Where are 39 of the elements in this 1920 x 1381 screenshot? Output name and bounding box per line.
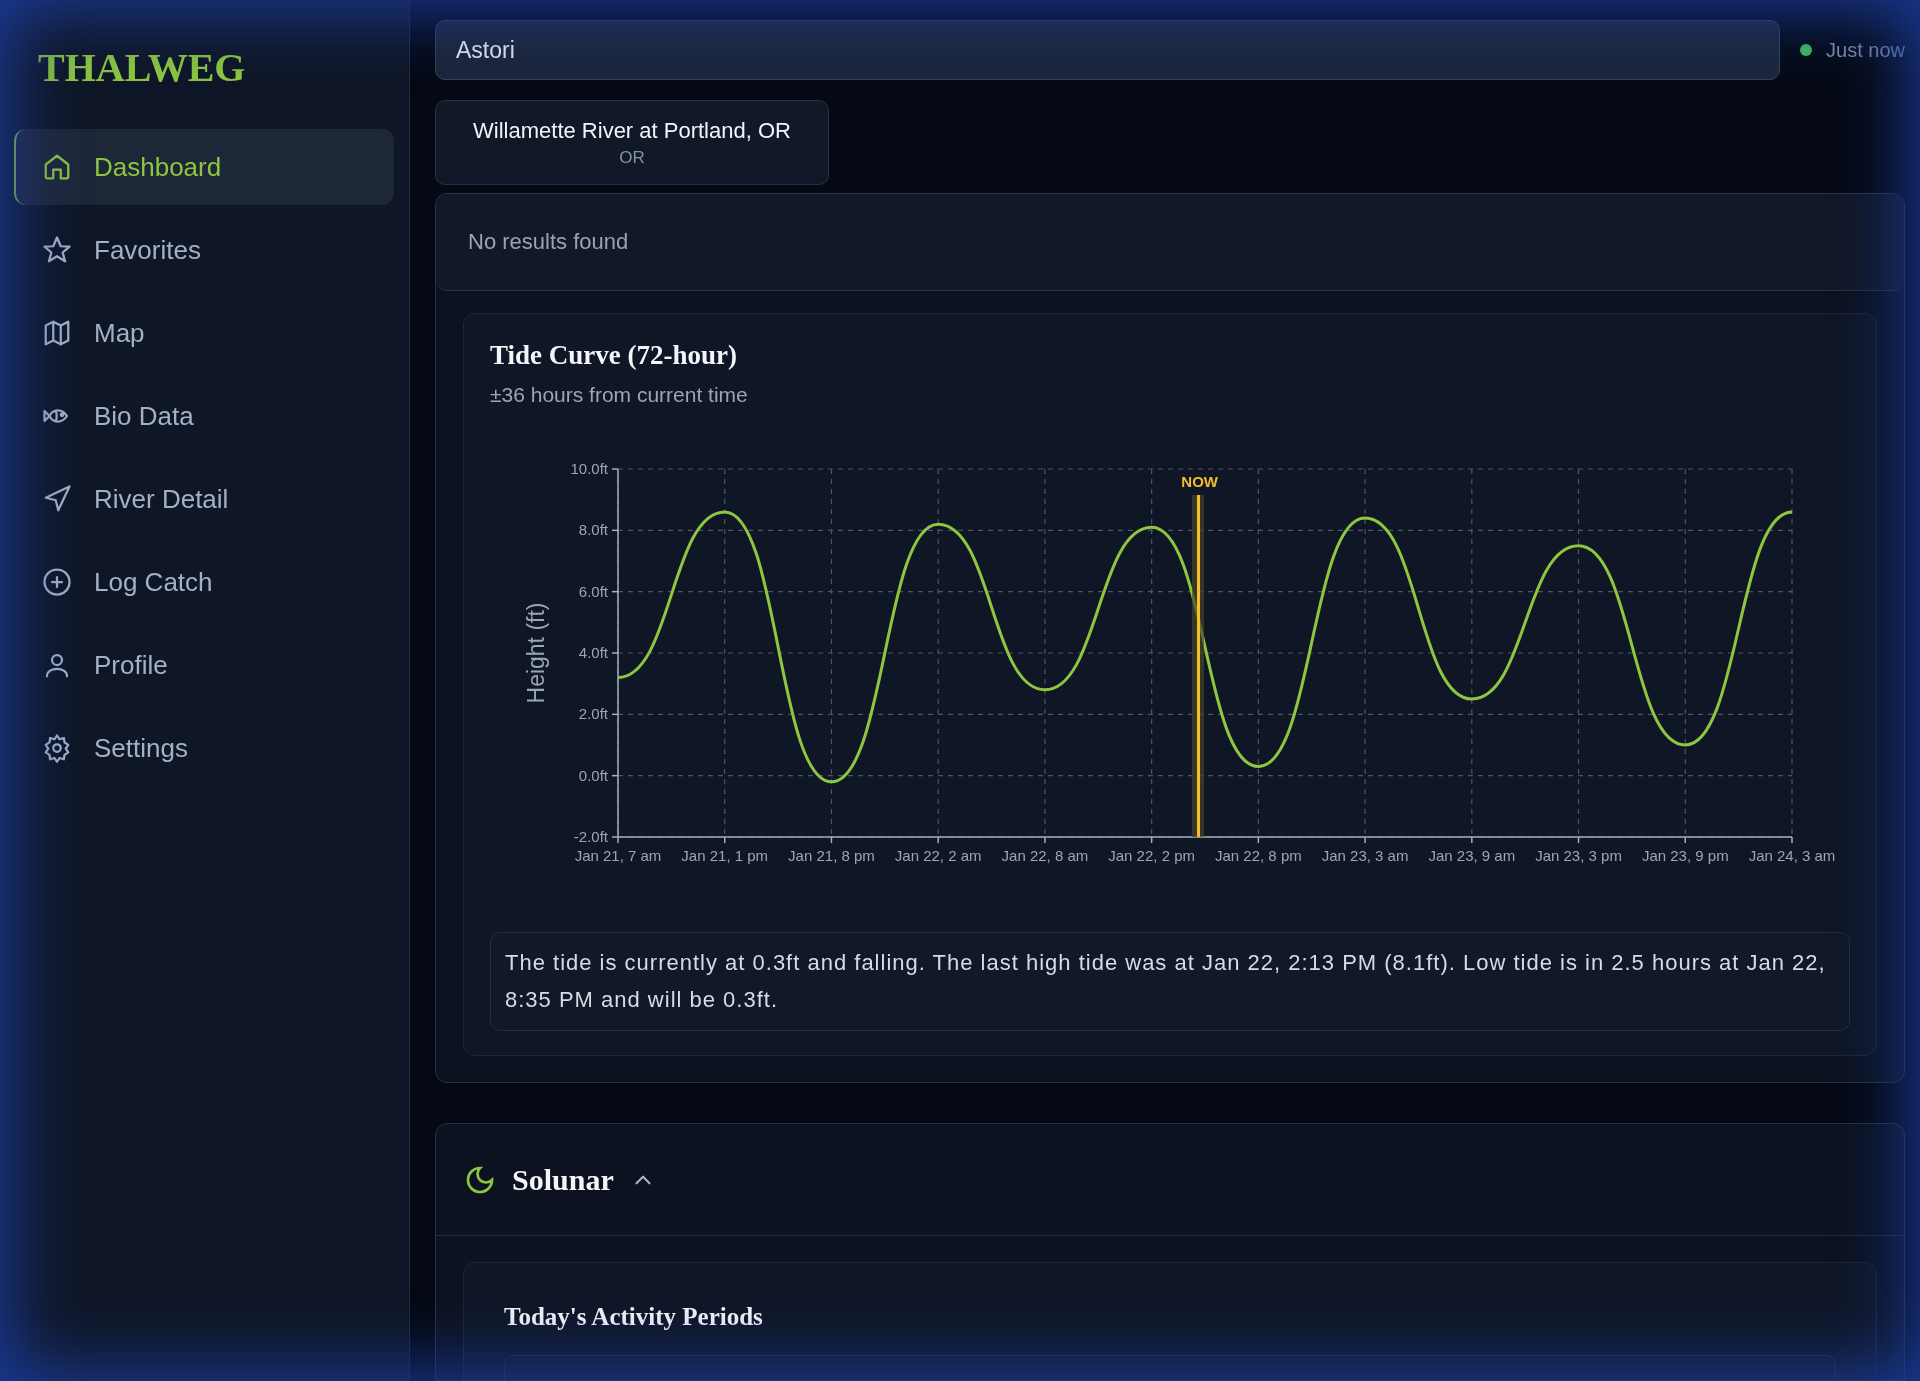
x-tick-label: Jan 22, 2 am [894, 847, 982, 864]
x-tick-label: Jan 21, 8 pm [788, 847, 875, 864]
nav-item[interactable]: Map [14, 295, 394, 371]
section-title: Solunar [512, 1162, 614, 1197]
y-tick-label: 2.0ft [578, 705, 608, 723]
search-suggestion[interactable]: Willamette River at Portland, OR OR [435, 100, 829, 185]
y-axis-title: Height (ft) [523, 602, 549, 704]
y-tick-label: 10.0ft [570, 460, 608, 477]
logo-text: THALWEG [38, 44, 246, 91]
x-tick-label: Jan 24, 3 am [1748, 847, 1836, 864]
card-title: Today's Activity Periods [504, 1303, 764, 1331]
nav-item[interactable]: Favorites [14, 212, 394, 288]
x-tick-label: Jan 21, 7 am [574, 847, 662, 864]
nav-item[interactable]: Profile [14, 627, 394, 703]
y-tick-label: 0.0ft [578, 766, 608, 784]
no-results-message: No results found [468, 229, 629, 255]
nav-item[interactable]: Dashboard [14, 129, 394, 205]
sync-status: Just now [1826, 38, 1905, 62]
nav-item[interactable]: Bio Data [14, 378, 394, 454]
x-tick-label: Jan 23, 3 am [1321, 847, 1409, 864]
y-tick-label: -2.0ft [573, 828, 608, 845]
tide-summary: The tide is currently at 0.3ft and falling. The last high tide was at Jan 22, 2:13 PM (8.1ft). Low tide is in 2.5 hours at Jan 22, 8:35 PM and will be 0.3ft. [490, 932, 1850, 1031]
x-tick-label: Jan 23, 3 pm [1535, 847, 1622, 864]
nav-item[interactable]: Log Catch [14, 544, 394, 620]
nav-item[interactable]: Settings [14, 710, 394, 786]
search-field[interactable]: Astori [435, 20, 1781, 80]
y-tick-label: 4.0ft [578, 644, 608, 661]
x-tick-label: Jan 22, 2 pm [1108, 847, 1195, 864]
nav-item[interactable]: River Detail [14, 461, 394, 537]
x-tick-label: Jan 21, 1 pm [681, 847, 769, 864]
card-title: Tide Curve (72-hour) [490, 340, 738, 371]
now-label: NOW [1180, 473, 1219, 490]
x-tick-label: Jan 22, 8 am [1001, 847, 1089, 864]
x-tick-label: Jan 22, 8 pm [1215, 847, 1302, 864]
card-subtitle: ±36 hours from current time [490, 383, 749, 407]
y-tick-label: 8.0ft [578, 521, 608, 539]
y-tick-label: 6.0ft [578, 582, 608, 600]
x-tick-label: Jan 23, 9 pm [1641, 847, 1729, 864]
x-tick-label: Jan 23, 9 am [1428, 847, 1516, 864]
